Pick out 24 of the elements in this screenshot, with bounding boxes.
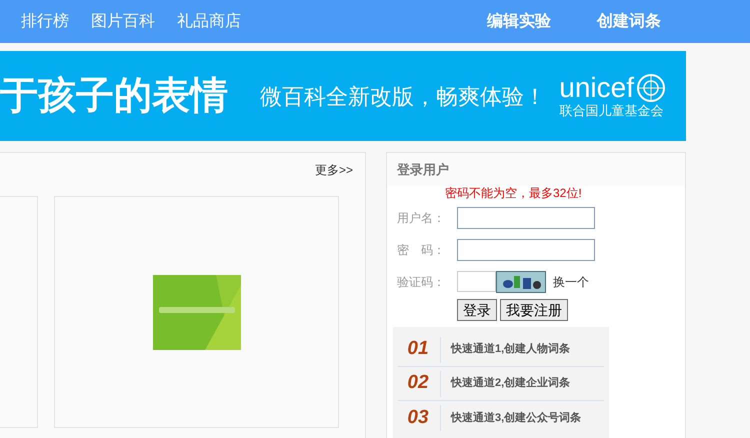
register-button[interactable]: 我要注册 — [500, 299, 568, 321]
channel-number: 02 — [406, 371, 430, 396]
channel-link[interactable]: 快速通道2,创建企业词条 — [451, 375, 570, 392]
password-field[interactable] — [457, 238, 595, 260]
error-message: 密码不能为空，最多32位! — [445, 186, 583, 200]
logo-caption: 联合国儿童基金会 — [559, 103, 664, 119]
banner-slogan: 微百科全新改版，畅爽体验！ — [260, 82, 546, 110]
globe-icon — [636, 73, 666, 103]
captcha-input[interactable] — [457, 271, 496, 292]
panel-title: 登录用户 — [397, 160, 449, 179]
field-label: 密 码： — [396, 242, 446, 258]
gallery-card[interactable] — [54, 196, 339, 428]
field-label: 验证码： — [396, 274, 446, 290]
refresh-captcha-link[interactable]: 换一个 — [553, 272, 589, 290]
field-label: 用户名： — [396, 210, 446, 226]
login-button[interactable]: 登录 — [457, 299, 497, 321]
more-link[interactable]: 更多>> — [314, 160, 353, 178]
logo-wordmark: unicef — [559, 73, 634, 103]
channel-link[interactable]: 快速通道3,创建公众号词条 — [451, 410, 582, 426]
banner-headline: 于孩子的表情 — [0, 74, 228, 118]
channel-link[interactable]: 快速通道1,创建人物词条 — [451, 341, 570, 358]
channel-number: 03 — [406, 406, 430, 430]
channel-number: 01 — [406, 337, 430, 362]
username-field[interactable] — [457, 206, 595, 228]
